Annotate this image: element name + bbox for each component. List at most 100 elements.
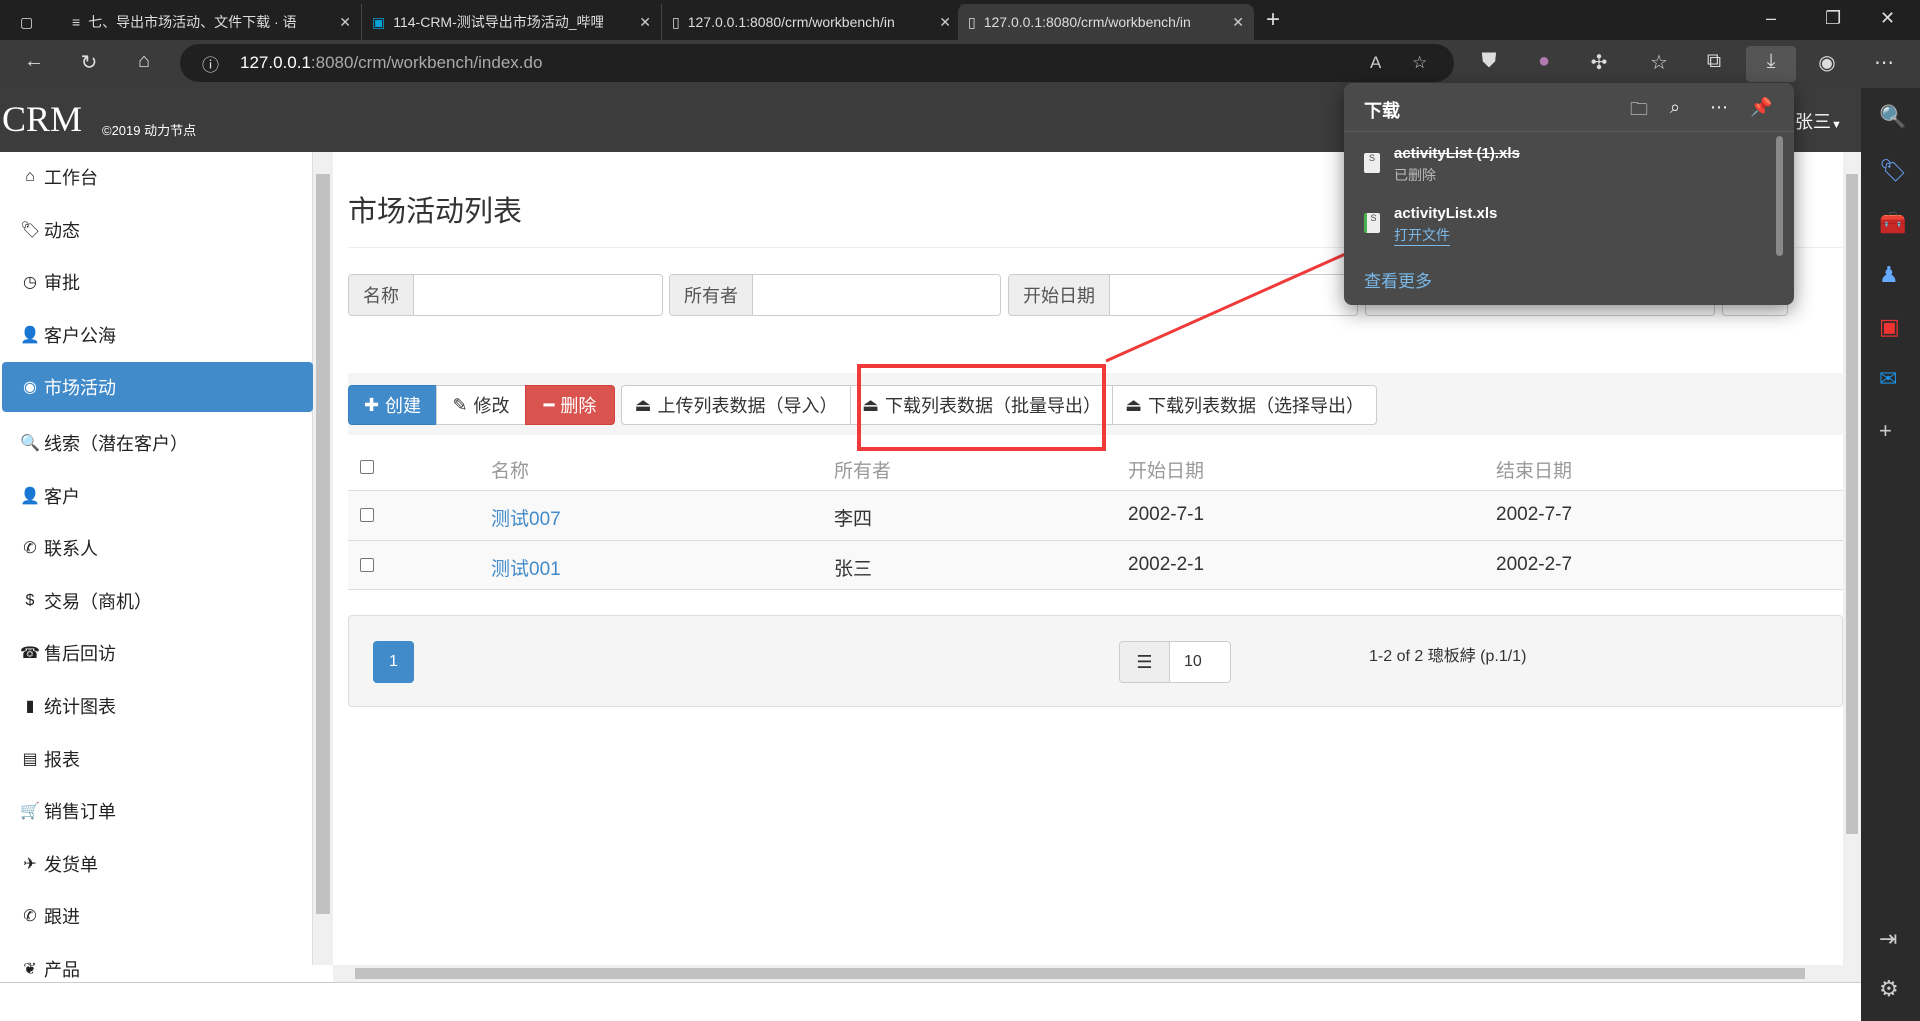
page-icon: ▯ xyxy=(672,13,680,30)
sidebar-item[interactable]: ✆ 联系人 xyxy=(2,523,313,573)
sidebar-item[interactable]: ✈ 发货单 xyxy=(2,839,313,889)
sidebar-item-label: 交易（商机） xyxy=(44,591,152,612)
extension-icon[interactable]: ● xyxy=(1530,50,1558,73)
main-scrollbar[interactable] xyxy=(1843,152,1861,965)
sidebar-scrollbar[interactable] xyxy=(313,152,333,965)
panel-scrollbar[interactable] xyxy=(1776,136,1783,256)
sidebar-item-label: 市场活动 xyxy=(44,378,116,398)
sidebar-item-label: 销售订单 xyxy=(44,802,116,823)
pencil-icon: ✎ xyxy=(452,394,468,415)
browser-tab[interactable]: ≡ 七、导出市场活动、文件下载 · 语 ✕ xyxy=(62,4,362,40)
start-date-input[interactable] xyxy=(1110,275,1357,315)
close-tab-icon[interactable]: ✕ xyxy=(639,14,651,31)
create-button[interactable]: ✚ 创建 xyxy=(348,385,437,425)
extensions-icon[interactable]: ✣ xyxy=(1585,50,1613,75)
sidebar-item[interactable]: ⌂ 工作台 xyxy=(2,152,313,202)
more-options-icon[interactable]: ⋯ xyxy=(1710,97,1728,118)
table-row: 测试001 张三 2002-2-1 2002-2-7 xyxy=(348,540,1843,590)
tools-icon[interactable]: 🧰 xyxy=(1879,210,1906,236)
row-checkbox[interactable] xyxy=(360,508,374,522)
owner-input[interactable] xyxy=(753,275,1000,315)
settings-icon[interactable]: ⚙ xyxy=(1879,976,1899,1002)
sidebar-item[interactable]: ◉ 市场活动 xyxy=(2,362,313,412)
browser-tab[interactable]: ▯ 127.0.0.1:8080/crm/workbench/in ✕ xyxy=(662,4,962,40)
maximize-button[interactable]: ❐ xyxy=(1825,8,1841,29)
new-tab-button[interactable]: + xyxy=(1266,6,1280,34)
sidebar-item-label: 客户公海 xyxy=(44,325,116,346)
open-file-link[interactable]: 打开文件 xyxy=(1394,225,1450,246)
select-all-checkbox[interactable] xyxy=(360,460,374,474)
activity-link[interactable]: 测试001 xyxy=(491,554,561,581)
sidebar-item-label: 线索（潜在客户） xyxy=(44,434,188,454)
shield-extension-icon[interactable]: ⛊ xyxy=(1475,50,1503,73)
more-menu-icon[interactable]: ⋯ xyxy=(1870,50,1898,75)
sidebar-item[interactable]: 🏷 动态 xyxy=(2,205,313,255)
sidebar-item[interactable]: 👤 客户公海 xyxy=(2,310,313,360)
read-aloud-icon[interactable]: A xyxy=(1370,53,1381,73)
row-checkbox[interactable] xyxy=(360,558,374,572)
page-button[interactable]: 1 xyxy=(373,641,414,683)
edit-button[interactable]: ✎ 修改 xyxy=(436,385,526,425)
horizontal-scrollbar[interactable] xyxy=(333,965,1861,982)
see-more-link[interactable]: 查看更多 xyxy=(1364,267,1432,292)
sidebar-item[interactable]: 🔍 线索（潜在客户） xyxy=(2,418,313,468)
sidebar-item[interactable]: ✆ 跟进 xyxy=(2,891,313,941)
refresh-icon[interactable]: ↻ xyxy=(75,50,103,75)
close-window-button[interactable]: ✕ xyxy=(1880,8,1895,29)
hide-sidebar-icon[interactable]: ⇥ xyxy=(1879,926,1897,952)
page-size-selector[interactable]: ☰ 10 xyxy=(1119,641,1231,683)
sidebar-item[interactable]: ▤ 报表 xyxy=(2,734,313,784)
name-input[interactable] xyxy=(414,275,662,315)
home-icon[interactable]: ⌂ xyxy=(130,50,158,73)
sidebar-item[interactable]: ◷ 审批 xyxy=(2,257,313,307)
close-tab-icon[interactable]: ✕ xyxy=(339,14,351,31)
collections-icon[interactable]: ⧉ xyxy=(1700,50,1728,73)
sidebar-item-label: 审批 xyxy=(44,273,80,294)
sidebar-icon: ✆ xyxy=(23,908,37,926)
table-row: 测试007 李四 2002-7-1 2002-7-7 xyxy=(348,490,1843,540)
browser-tab-active[interactable]: ▯ 127.0.0.1:8080/crm/workbench/in ✕ xyxy=(958,4,1254,40)
delete-button[interactable]: ━ 删除 xyxy=(525,385,615,425)
sidebar-icon: 👤 xyxy=(20,326,40,344)
pin-icon[interactable]: 📌 xyxy=(1750,97,1772,118)
sidebar-item[interactable]: 👤 客户 xyxy=(2,471,313,521)
office-icon[interactable]: ▣ xyxy=(1879,314,1900,340)
download-item[interactable]: S activityList.xls 打开文件 xyxy=(1344,195,1764,251)
close-tab-icon[interactable]: ✕ xyxy=(1232,14,1244,31)
url-input[interactable]: ⓘ 127.0.0.1:8080/crm/workbench/index.do … xyxy=(180,44,1454,82)
sidebar-icon: 🔍 xyxy=(20,435,40,452)
import-icon: ⏏ xyxy=(634,394,652,415)
search-icon[interactable]: ⌕ xyxy=(1670,97,1680,118)
sidebar-item-label: 客户 xyxy=(44,486,80,507)
profile-avatar[interactable]: ◉ xyxy=(1813,50,1841,75)
annotation-highlight-box xyxy=(857,364,1106,451)
close-tab-icon[interactable]: ✕ xyxy=(939,14,951,31)
sidebar-item[interactable]: $ 交易（商机） xyxy=(2,576,313,626)
export-selected-button[interactable]: ⏏ 下载列表数据（选择导出） xyxy=(1112,385,1377,425)
downloads-icon[interactable]: ⤓ xyxy=(1746,46,1796,82)
status-area xyxy=(0,982,1920,1021)
favorite-icon[interactable]: ☆ xyxy=(1412,53,1427,73)
sidebar-item[interactable]: 🛒 销售订单 xyxy=(2,786,313,836)
sidebar-item[interactable]: ▮ 统计图表 xyxy=(2,681,313,731)
edge-sidebar: 🔍 🏷 🧰 ♟ ▣ ✉ + ⇥ ⚙ xyxy=(1861,88,1920,1021)
user-menu[interactable]: 张三▼ xyxy=(1795,108,1842,134)
open-folder-icon[interactable]: 🗀 xyxy=(1630,97,1648,127)
minimize-button[interactable]: – xyxy=(1766,8,1776,29)
back-icon[interactable]: ← xyxy=(20,50,48,73)
outlook-icon[interactable]: ✉ xyxy=(1879,366,1897,392)
add-icon[interactable]: + xyxy=(1879,418,1892,444)
download-item[interactable]: S activityList (1).xls 已删除 xyxy=(1344,135,1764,191)
sidebar-item-label: 产品 xyxy=(44,960,80,980)
tab-actions-icon[interactable]: ▢ xyxy=(10,4,50,40)
sidebar-item[interactable]: ☎ 售后回访 xyxy=(2,628,313,678)
import-button[interactable]: ⏏ 上传列表数据（导入） xyxy=(621,385,851,425)
browser-tab[interactable]: ▣ 114-CRM-测试导出市场活动_哔哩 ✕ xyxy=(362,4,662,40)
filter-start-date: 开始日期 xyxy=(1008,274,1358,316)
activity-link[interactable]: 测试007 xyxy=(491,504,561,531)
shopping-tag-icon[interactable]: 🏷 xyxy=(1879,158,1907,184)
favorites-icon[interactable]: ☆ xyxy=(1645,50,1673,75)
address-bar-row: ← ↻ ⌂ ⓘ 127.0.0.1:8080/crm/workbench/ind… xyxy=(0,40,1920,88)
games-icon[interactable]: ♟ xyxy=(1879,262,1899,288)
search-icon[interactable]: 🔍 xyxy=(1879,104,1906,130)
